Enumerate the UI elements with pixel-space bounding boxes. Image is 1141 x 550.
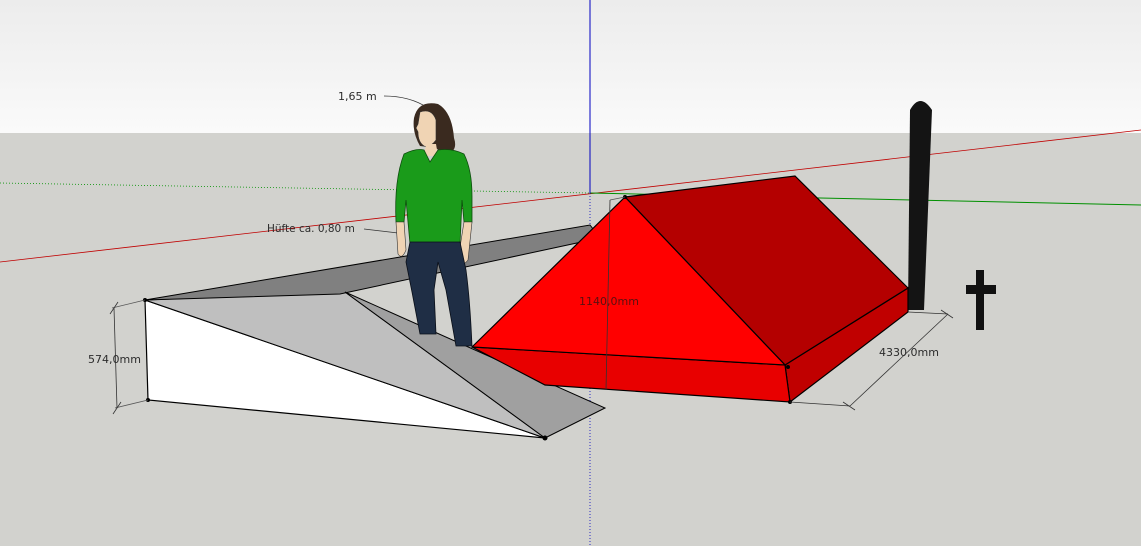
ramp-vertex — [542, 435, 548, 441]
sketchup-3d-viewport[interactable]: 1,65 m Hüfte ca. 0,80 m 574,0mm 1140,0mm… — [0, 0, 1141, 546]
ramp-height-label[interactable]: 574,0mm — [88, 354, 141, 365]
person-height-label[interactable]: 1,65 m — [338, 91, 377, 102]
hip-height-label[interactable]: Hüfte ca. 0,80 m — [267, 224, 355, 235]
roof-height-label[interactable]: 1140,0mm — [579, 296, 639, 307]
sky — [0, 0, 1141, 133]
roof-depth-label[interactable]: 4330,0mm — [879, 347, 939, 358]
scene-canvas[interactable] — [0, 0, 1141, 546]
roof-vertex — [786, 365, 790, 369]
